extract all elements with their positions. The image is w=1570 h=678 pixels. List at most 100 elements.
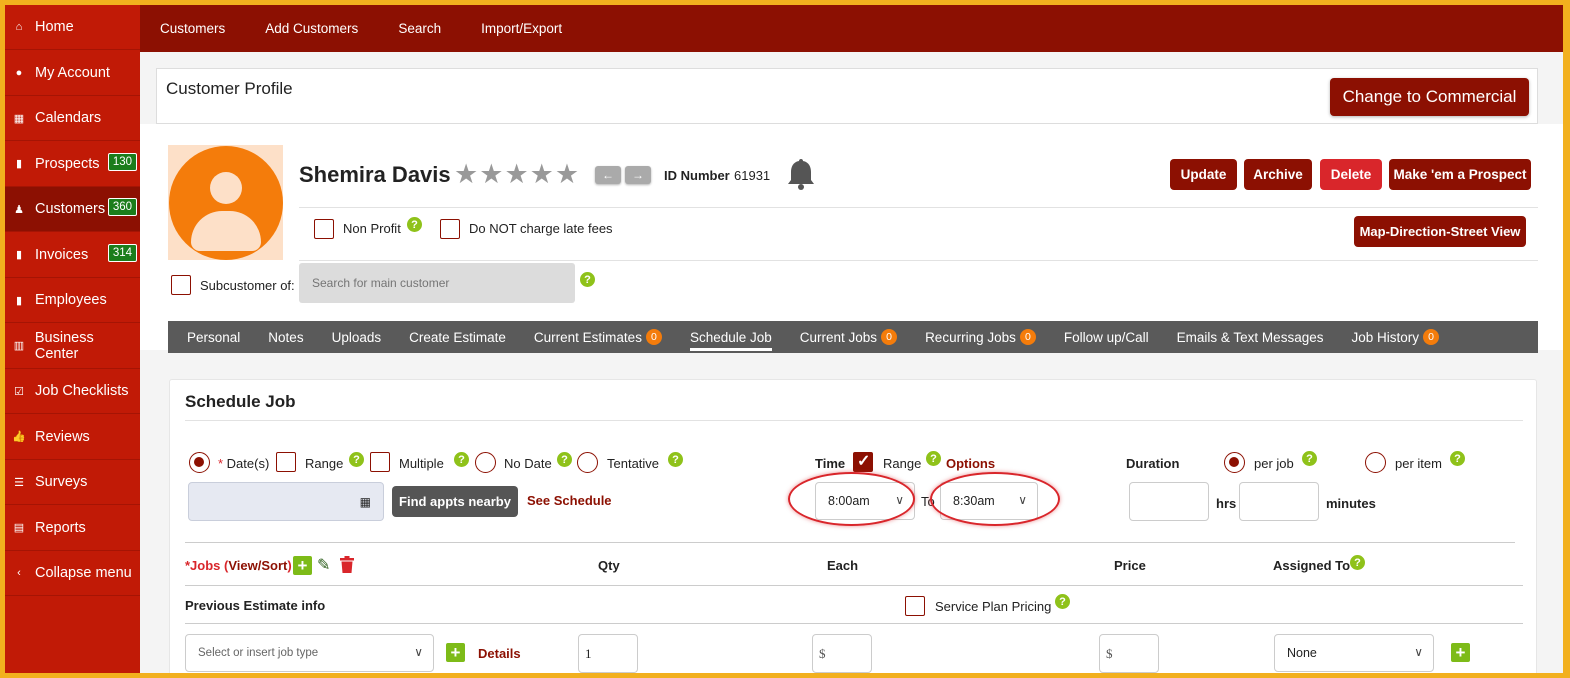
star-icon[interactable]: ★: [479, 161, 503, 188]
top-nav: Customers Add Customers Search Import/Ex…: [140, 5, 1563, 52]
assigned-to-select[interactable]: None ∨: [1274, 634, 1434, 672]
calendar-icon[interactable]: ▦: [360, 495, 371, 509]
arrow-right-icon[interactable]: →: [625, 166, 651, 184]
qty-input[interactable]: 1: [578, 634, 638, 673]
sidebar-item-business-center[interactable]: ▥ Business Center: [5, 324, 140, 369]
help-icon[interactable]: ?: [668, 452, 683, 467]
tab-follow-up-call[interactable]: Follow up/Call: [1064, 321, 1149, 353]
topnav-search[interactable]: Search: [398, 21, 441, 36]
sidebar-item-customers[interactable]: ♟ Customers 360: [5, 187, 140, 232]
sidebar-item-home[interactable]: ⌂ Home: [5, 5, 140, 50]
help-icon[interactable]: ?: [1350, 555, 1365, 570]
map-direction-button[interactable]: Map-Direction-Street View: [1354, 216, 1526, 247]
app-frame: ⌂ Home ● My Account ▦ Calendars ▮ Prospects 130 ♟…: [5, 5, 1563, 673]
per-item-radio[interactable]: [1365, 452, 1386, 473]
rating-stars[interactable]: ★ ★ ★ ★ ★: [454, 161, 580, 188]
tab-schedule-job[interactable]: Schedule Job: [689, 321, 772, 353]
late-fees-checkbox[interactable]: [440, 219, 460, 239]
help-icon[interactable]: ?: [557, 452, 572, 467]
price-input[interactable]: $: [1099, 634, 1159, 673]
star-icon[interactable]: ★: [504, 161, 528, 188]
minutes-input[interactable]: [1239, 482, 1319, 521]
sidebar-item-employees[interactable]: ▮ Employees: [5, 278, 140, 323]
sidebar-item-job-checklists[interactable]: ☑ Job Checklists: [5, 369, 140, 414]
count-badge: 360: [107, 198, 137, 216]
sidebar-item-prospects[interactable]: ▮ Prospects 130: [5, 142, 140, 187]
tab-current-jobs[interactable]: Current Jobs 0: [800, 321, 898, 353]
help-icon[interactable]: ?: [1302, 451, 1317, 466]
file-icon: ▮: [15, 158, 23, 170]
no-date-radio[interactable]: [475, 452, 496, 473]
tab-notes[interactable]: Notes: [268, 321, 303, 353]
help-icon[interactable]: ?: [580, 272, 595, 287]
multiple-checkbox[interactable]: [370, 452, 390, 472]
dates-radio[interactable]: [189, 452, 210, 473]
count-badge: 0: [881, 329, 898, 345]
each-input[interactable]: $: [812, 634, 872, 673]
tab-uploads[interactable]: Uploads: [332, 321, 382, 353]
change-to-commercial-button[interactable]: Change to Commercial: [1330, 78, 1529, 116]
sidebar-item-invoices[interactable]: ▮ Invoices 314: [5, 233, 140, 278]
hours-input[interactable]: [1129, 482, 1209, 521]
add-job-icon[interactable]: +: [293, 556, 312, 575]
tab-current-estimates[interactable]: Current Estimates 0: [534, 321, 662, 353]
topnav-import-export[interactable]: Import/Export: [481, 21, 562, 36]
service-plan-checkbox[interactable]: [905, 596, 925, 616]
list-icon: ☰: [14, 476, 24, 489]
topnav-customers[interactable]: Customers: [160, 21, 225, 36]
topnav-add-customers[interactable]: Add Customers: [265, 21, 358, 36]
help-icon[interactable]: ?: [1450, 451, 1465, 466]
see-schedule-link[interactable]: See Schedule: [527, 493, 612, 508]
subcustomer-checkbox[interactable]: [171, 275, 191, 295]
tab-label: Schedule Job: [689, 329, 772, 345]
tab-recurring-jobs[interactable]: Recurring Jobs 0: [925, 321, 1036, 353]
details-link[interactable]: Details: [478, 646, 521, 661]
add-assignee-icon[interactable]: +: [1451, 643, 1470, 662]
trash-icon[interactable]: [340, 556, 354, 573]
sidebar-item-collapse-menu[interactable]: ‹ Collapse menu: [5, 551, 140, 596]
star-icon[interactable]: ★: [530, 161, 554, 188]
job-type-placeholder: Select or insert job type: [198, 647, 319, 659]
add-job-type-icon[interactable]: +: [446, 643, 465, 662]
sidebar-item-surveys[interactable]: ☰ Surveys: [5, 460, 140, 505]
tentative-radio[interactable]: [577, 452, 598, 473]
help-icon[interactable]: ?: [407, 217, 422, 232]
find-appts-button[interactable]: Find appts nearby: [392, 486, 518, 517]
divider: [299, 260, 1538, 261]
view-sort-link[interactable]: View/Sort: [228, 558, 287, 573]
star-icon[interactable]: ★: [454, 161, 478, 188]
time-range-checkbox[interactable]: [853, 451, 873, 472]
tab-label: Personal: [187, 329, 241, 345]
tab-create-estimate[interactable]: Create Estimate: [409, 321, 506, 353]
divider: [185, 420, 1523, 421]
help-icon[interactable]: ?: [1055, 594, 1070, 609]
help-icon[interactable]: ?: [926, 451, 941, 466]
archive-button[interactable]: Archive: [1244, 159, 1312, 190]
tab-personal[interactable]: Personal: [187, 321, 240, 353]
each-header: Each: [827, 558, 859, 573]
qty-header: Qty: [598, 558, 620, 573]
non-profit-checkbox[interactable]: [314, 219, 334, 239]
arrow-left-icon[interactable]: ←: [595, 166, 621, 184]
options-link[interactable]: Options: [946, 456, 995, 471]
make-prospect-button[interactable]: Make 'em a Prospect: [1389, 159, 1531, 190]
sidebar-item-reviews[interactable]: 👍 Reviews: [5, 415, 140, 460]
update-button[interactable]: Update: [1170, 159, 1237, 190]
bell-icon[interactable]: [785, 157, 817, 191]
star-icon[interactable]: ★: [555, 161, 579, 188]
per-job-radio[interactable]: [1224, 452, 1245, 473]
job-type-select[interactable]: Select or insert job type ∨: [185, 634, 434, 672]
tab-job-history[interactable]: Job History 0: [1351, 321, 1439, 353]
range-checkbox[interactable]: [276, 452, 296, 472]
delete-button[interactable]: Delete: [1320, 159, 1382, 190]
sidebar-item-reports[interactable]: ▤ Reports: [5, 506, 140, 551]
pencil-icon[interactable]: ✎: [317, 555, 330, 575]
main-customer-search-input[interactable]: [299, 263, 575, 303]
thumbs-up-icon: 👍: [12, 431, 26, 443]
help-icon[interactable]: ?: [454, 452, 469, 467]
sidebar-item-calendars[interactable]: ▦ Calendars: [5, 96, 140, 141]
sidebar-item-my-account[interactable]: ● My Account: [5, 51, 140, 96]
date-picker-input[interactable]: ▦: [188, 482, 384, 521]
tab-emails-text-messages[interactable]: Emails & Text Messages: [1177, 321, 1324, 353]
help-icon[interactable]: ?: [349, 452, 364, 467]
